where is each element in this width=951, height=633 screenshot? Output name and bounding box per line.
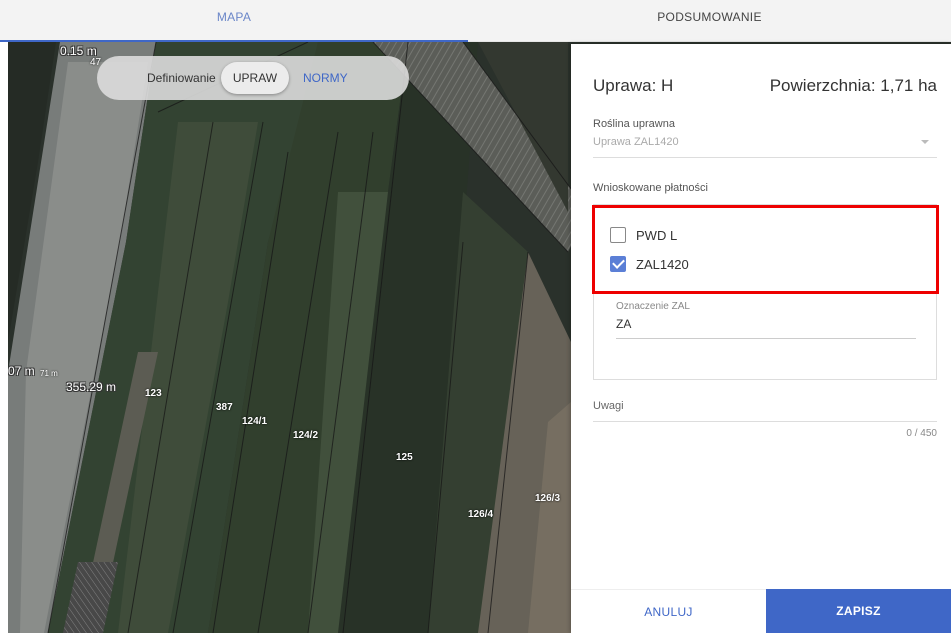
payment-option-label: PWD L	[636, 227, 678, 243]
payments-label: Wnioskowane płatności	[593, 182, 708, 194]
payments-box: PWD L ZAL1420 Oznaczenie ZAL ZA	[593, 204, 937, 380]
panel-title: Uprawa: H	[593, 76, 674, 95]
remarks-label: Uwagi	[593, 400, 624, 412]
toggle-norms-button[interactable]: NORMY	[303, 71, 348, 85]
checkbox-checked-icon[interactable]	[610, 256, 626, 272]
tab-map-label: MAPA	[216, 10, 252, 24]
parcel-label[interactable]: 126/3	[535, 493, 560, 504]
save-button[interactable]: ZAPISZ	[766, 589, 951, 633]
tab-summary[interactable]: PODSUMOWANIE	[468, 0, 951, 42]
parcel-label[interactable]: 124/2	[293, 430, 318, 441]
parcel-label[interactable]: 124/1	[242, 416, 267, 427]
designation-input[interactable]: ZA	[616, 317, 916, 339]
map-distance-label: 355.29 m	[66, 380, 117, 394]
map-distance-label: 0.15 m	[60, 44, 97, 58]
designation-label: Oznaczenie ZAL	[616, 301, 690, 312]
remarks-counter: 0 / 450	[906, 428, 937, 439]
crop-edit-panel: Uprawa: H Powierzchnia: 1,71 ha Roślina …	[571, 44, 951, 633]
toggle-crops-button[interactable]: UPRAW	[221, 62, 289, 94]
tab-summary-label: PODSUMOWANIE	[657, 10, 762, 24]
map-distance-label: 07 m	[8, 364, 35, 378]
parcel-label[interactable]: 125	[396, 452, 413, 463]
definition-toggle: Definiowanie UPRAW NORMY	[97, 56, 409, 100]
map-small-label: 71 m	[40, 369, 58, 378]
payment-checkbox-pwdl[interactable]: PWD L	[610, 227, 677, 243]
parcel-label[interactable]: 123	[145, 388, 162, 399]
toggle-label: Definiowanie	[147, 71, 216, 85]
chevron-down-icon	[921, 140, 929, 144]
crop-select-value: Uprawa ZAL1420	[593, 136, 679, 148]
tab-bar: MAPA PODSUMOWANIE	[0, 0, 951, 42]
panel-area: Powierzchnia: 1,71 ha	[769, 76, 937, 95]
tab-map[interactable]: MAPA	[0, 0, 468, 42]
crop-select[interactable]: Uprawa ZAL1420	[593, 136, 937, 158]
remarks-field[interactable]: Uwagi	[593, 400, 937, 422]
cancel-button[interactable]: ANULUJ	[571, 589, 766, 633]
parcel-label[interactable]: 387	[216, 402, 233, 413]
payment-checkbox-zal1420[interactable]: ZAL1420	[610, 256, 689, 272]
parcel-label[interactable]: 126/4	[468, 509, 493, 520]
payment-option-label: ZAL1420	[636, 256, 689, 272]
crop-field-label: Roślina uprawna	[593, 118, 675, 130]
checkbox-unchecked-icon[interactable]	[610, 227, 626, 243]
